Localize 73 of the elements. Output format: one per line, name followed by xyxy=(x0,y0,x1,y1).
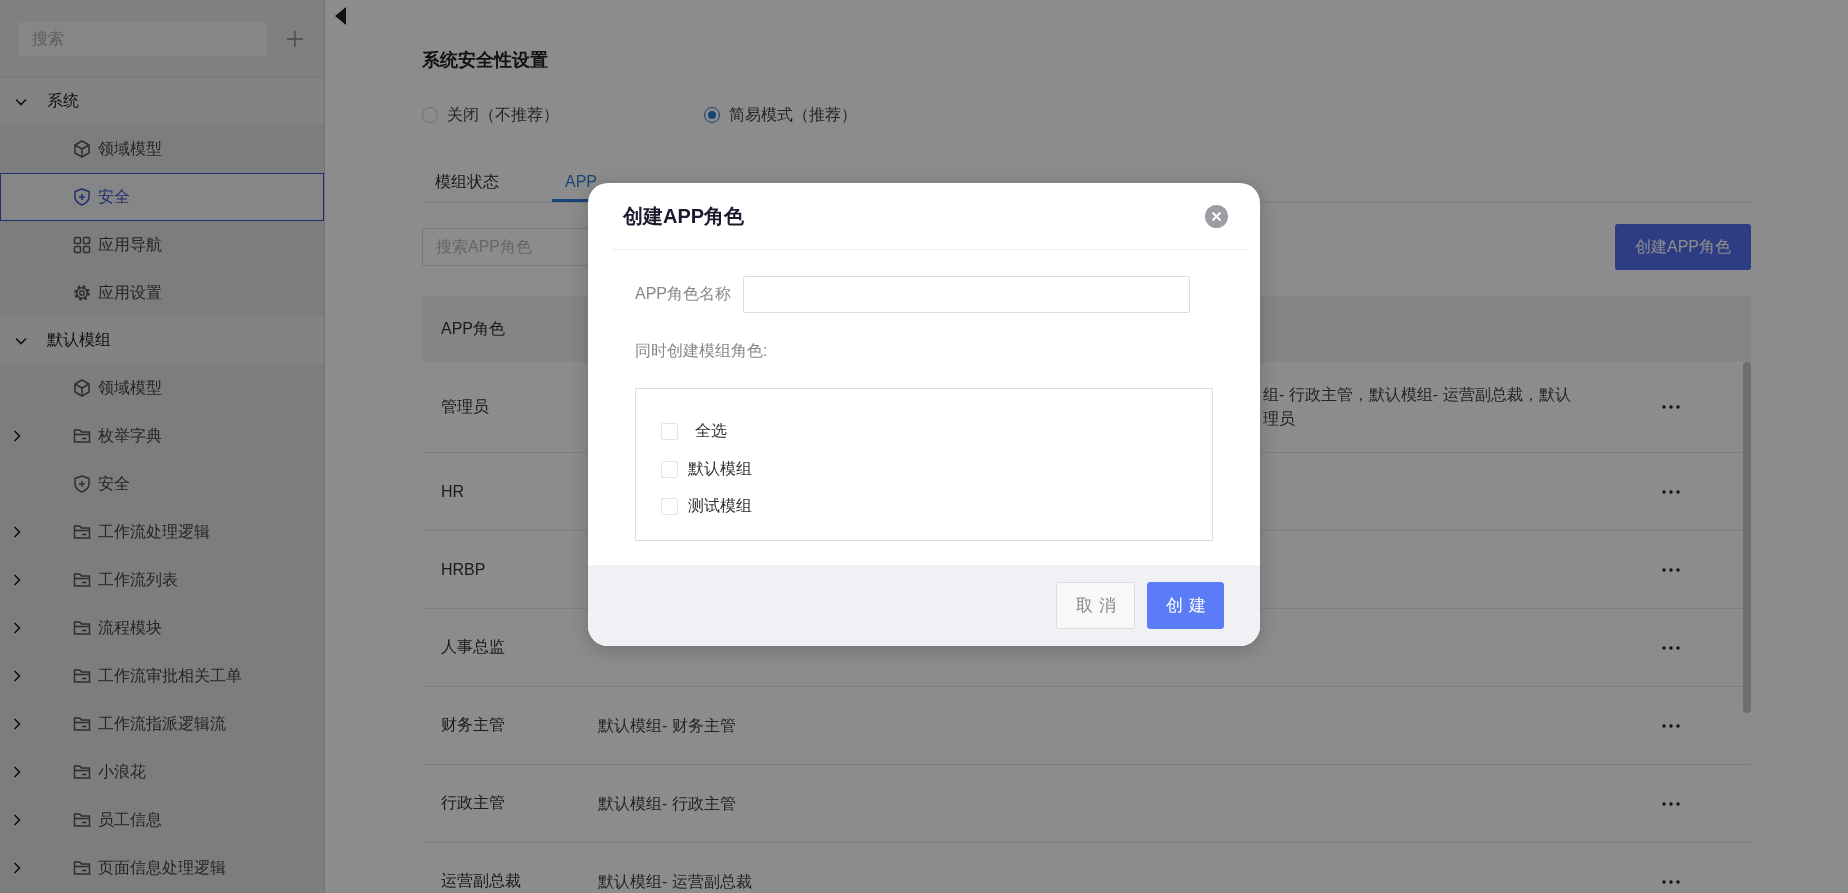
shield-icon xyxy=(72,187,92,207)
tab[interactable]: 模组状态 xyxy=(422,165,512,202)
table-cell-text: 行政主管 xyxy=(440,793,506,813)
checkbox-label: 全选 xyxy=(695,421,727,442)
role-name-field[interactable] xyxy=(743,276,1190,313)
tree-group-header[interactable]: 系统 xyxy=(0,78,324,125)
folder-icon xyxy=(72,426,92,446)
grid-icon xyxy=(72,235,92,255)
sidebar-item[interactable]: 安全 xyxy=(0,173,324,221)
sidebar-item[interactable]: 枚举字典 xyxy=(0,412,324,460)
sidebar-item[interactable]: 工作流审批相关工单 xyxy=(0,652,324,700)
radio-label: 关闭（不推荐） xyxy=(447,104,559,125)
more-icon[interactable] xyxy=(1661,644,1681,651)
folder-icon xyxy=(72,714,92,734)
table-cell-text: HRBP xyxy=(440,560,487,579)
sidebar-item[interactable]: 领域模型 xyxy=(0,364,324,412)
sidebar-item[interactable]: 工作流处理逻辑 xyxy=(0,508,324,556)
tree-group-header[interactable]: 默认模组 xyxy=(0,317,324,364)
shield-icon xyxy=(72,474,92,494)
cancel-button[interactable]: 取消 xyxy=(1056,582,1135,629)
cube-icon xyxy=(72,378,92,398)
table-cell-text: 默认模组- 运营副总裁 xyxy=(598,871,752,892)
radio-button[interactable] xyxy=(704,107,720,123)
more-icon[interactable] xyxy=(1661,800,1681,807)
sidebar-item[interactable]: 流程模块 xyxy=(0,604,324,652)
sidebar-item[interactable]: 应用设置 xyxy=(0,269,324,317)
table-cell-text: 管理员 xyxy=(440,396,490,417)
scrollbar[interactable] xyxy=(1743,362,1751,713)
sidebar-item[interactable]: 应用导航 xyxy=(0,221,324,269)
sidebar-item[interactable]: 安全 xyxy=(0,460,324,508)
checkbox[interactable] xyxy=(661,423,678,441)
folder-icon xyxy=(72,762,92,782)
dialog-title: 创建APP角色 xyxy=(623,203,745,229)
table-cell-text: 组- 行政主管，默认模组- 运营副总裁，默认 理员 xyxy=(1263,385,1571,429)
more-icon[interactable] xyxy=(1661,878,1681,885)
more-icon[interactable] xyxy=(1661,488,1681,495)
table-cell-text: 财务主管 xyxy=(440,715,506,735)
more-icon[interactable] xyxy=(1661,566,1681,573)
sidebar-item[interactable]: 工作流指派逻辑流 xyxy=(0,700,324,748)
sidebar-item[interactable]: 小浪花 xyxy=(0,748,324,796)
sidebar-item[interactable]: 员工信息 xyxy=(0,796,324,844)
radio-button[interactable] xyxy=(422,107,438,123)
cube-icon xyxy=(72,139,92,159)
checkbox-label: 默认模组 xyxy=(688,458,752,479)
close-icon[interactable] xyxy=(1205,204,1228,228)
field-label: APP角色名称 xyxy=(635,284,731,304)
table-cell-text: 运营副总裁 xyxy=(440,871,522,891)
more-icon[interactable] xyxy=(1661,404,1681,410)
radio-label: 简易模式（推荐） xyxy=(729,104,857,125)
checkbox[interactable] xyxy=(661,498,678,516)
collapse-icon[interactable] xyxy=(334,6,348,26)
table-cell-text: HR xyxy=(440,482,466,501)
more-icon[interactable] xyxy=(1661,722,1681,729)
field-label: 同时创建模组角色: xyxy=(635,341,769,361)
create-role-button[interactable]: 创建APP角色 xyxy=(1615,224,1751,270)
create-button[interactable]: 创建 xyxy=(1147,582,1224,629)
folder-icon xyxy=(72,810,92,830)
table-cell-text: 默认模组- 财务主管 xyxy=(598,715,736,736)
table-cell-text: 默认模组- 行政主管 xyxy=(598,793,736,814)
folder-icon xyxy=(72,522,92,542)
column-header: APP角色 xyxy=(440,318,506,339)
sidebar-item[interactable]: 领域模型 xyxy=(0,125,324,173)
section-title: 系统安全性设置 xyxy=(422,49,549,72)
folder-icon xyxy=(72,570,92,590)
gear-icon xyxy=(72,283,92,303)
checkbox-label: 测试模组 xyxy=(688,496,752,517)
sidebar-item[interactable]: 工作流列表 xyxy=(0,556,324,604)
folder-icon xyxy=(72,666,92,686)
sidebar-item[interactable]: 页面信息处理逻辑 xyxy=(0,844,324,892)
table-cell-text: 人事总监 xyxy=(440,637,506,657)
folder-icon xyxy=(72,858,92,878)
folder-icon xyxy=(72,618,92,638)
checkbox[interactable] xyxy=(661,460,678,478)
